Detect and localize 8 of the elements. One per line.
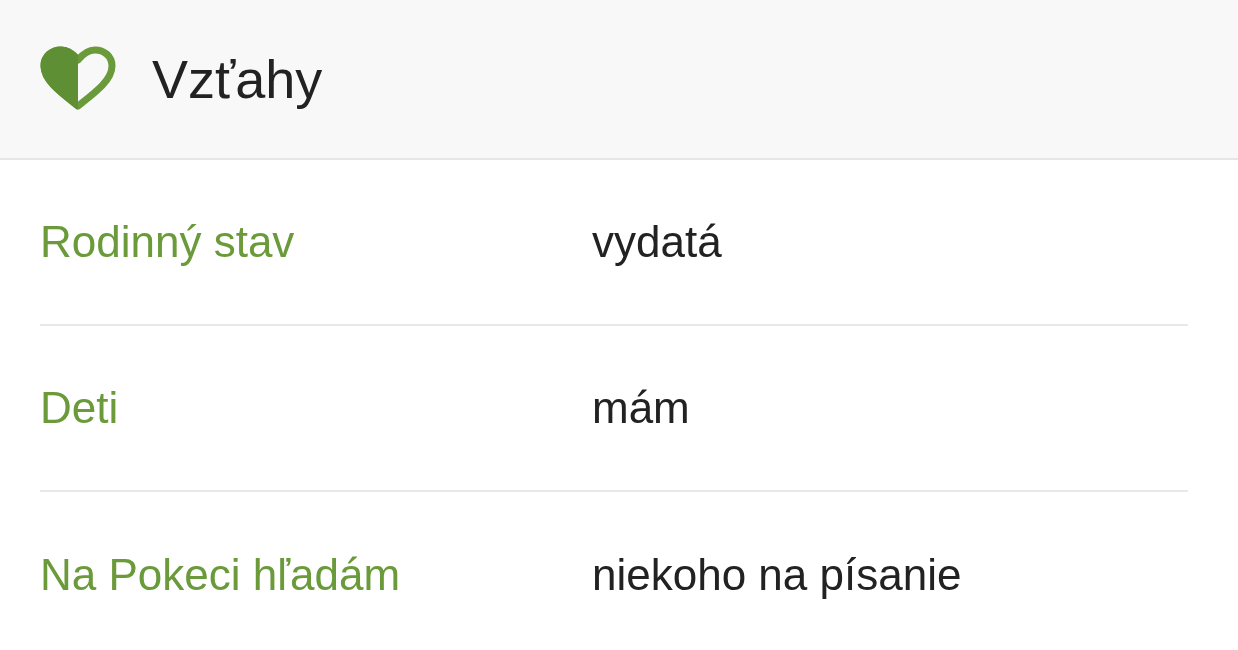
heart-icon <box>40 46 116 112</box>
section-title: Vzťahy <box>152 47 323 111</box>
field-value: mám <box>592 382 690 434</box>
field-label: Rodinný stav <box>40 216 296 268</box>
field-label: Deti <box>40 382 120 434</box>
field-value: vydatá <box>592 216 722 268</box>
field-label: Na Pokeci hľadám <box>40 549 402 601</box>
field-value: niekoho na písanie <box>592 549 962 601</box>
